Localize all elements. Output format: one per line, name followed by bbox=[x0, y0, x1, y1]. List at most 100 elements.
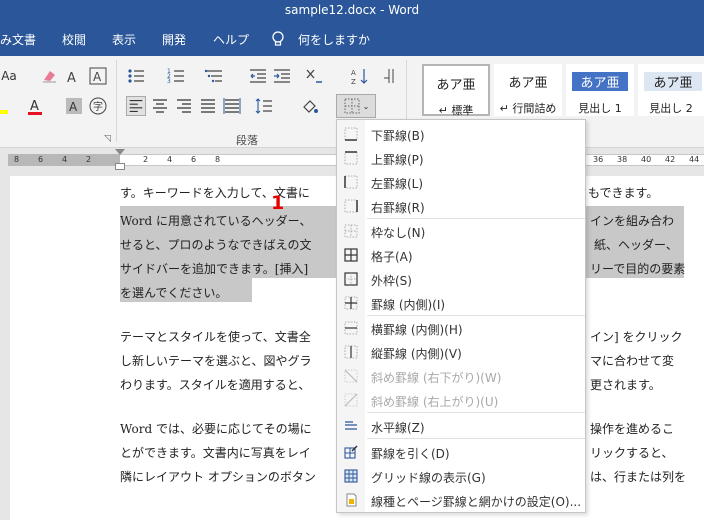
menu-item-top-border[interactable]: 上罫線(P) bbox=[337, 146, 585, 170]
ruler-number: 44 bbox=[689, 155, 700, 164]
tab-developer[interactable]: 開発 bbox=[162, 31, 186, 48]
ruler-number: 38 bbox=[617, 155, 628, 164]
highlight-color-icon[interactable] bbox=[0, 96, 10, 116]
style-sample: あア亜 bbox=[436, 78, 476, 93]
ruler-number: 8 bbox=[215, 155, 221, 164]
enclose-characters-icon[interactable]: A bbox=[88, 66, 108, 86]
menu-item-bottom-border[interactable]: 下罫線(B) bbox=[337, 122, 585, 146]
decrease-indent-icon[interactable] bbox=[248, 66, 268, 86]
change-case-button[interactable]: Aa bbox=[0, 66, 18, 86]
distributed-icon[interactable] bbox=[222, 96, 242, 116]
menu-item-inside-horizontal[interactable]: 横罫線 (内側)(H) bbox=[337, 316, 585, 340]
character-shading-icon[interactable]: A bbox=[64, 96, 84, 116]
doc-line: 隣にレイアウト オプションのボタン bbox=[120, 470, 316, 484]
menu-item-label: 上罫線(P) bbox=[371, 153, 424, 167]
menu-item-outside-borders[interactable]: 外枠(S) bbox=[337, 267, 585, 291]
svg-text:A: A bbox=[351, 69, 356, 77]
sort-icon[interactable]: AZ bbox=[350, 66, 370, 86]
style-no-spacing[interactable]: あア亜 ↵ 行間詰め bbox=[494, 64, 562, 116]
tell-me-search[interactable]: 何をしますか bbox=[298, 31, 370, 48]
menu-item-right-border[interactable]: 右罫線(R) bbox=[337, 194, 585, 218]
menu-item-diagonal-up: 斜め罫線 (右上がり)(U) bbox=[337, 388, 585, 412]
all-borders-icon bbox=[344, 248, 358, 262]
doc-line: もできます。 bbox=[588, 186, 659, 200]
ruler-number: 2 bbox=[143, 155, 149, 164]
show-hide-marks-icon[interactable] bbox=[380, 66, 400, 86]
menu-item-view-gridlines[interactable]: グリッド線の表示(G) bbox=[337, 464, 585, 488]
svg-text:Z: Z bbox=[351, 78, 356, 86]
align-center-icon[interactable] bbox=[150, 96, 170, 116]
borders-button[interactable]: ⌄ bbox=[336, 94, 376, 118]
tab-review[interactable]: 校閲 bbox=[62, 31, 86, 48]
ruler-number: 2 bbox=[86, 155, 92, 164]
style-heading-2[interactable]: あア亜 見出し 2 bbox=[638, 64, 704, 116]
doc-line: 操作を進めるこ bbox=[590, 422, 675, 436]
right-border-icon bbox=[344, 199, 358, 213]
asian-layout-icon[interactable] bbox=[304, 66, 324, 86]
first-line-indent-marker[interactable] bbox=[115, 149, 125, 155]
menu-item-horizontal-line[interactable]: 水平線(Z) bbox=[337, 414, 585, 438]
menu-separator bbox=[367, 438, 585, 439]
paragraph-group-label: 段落 bbox=[236, 134, 258, 147]
phonetic-guide-icon[interactable]: A bbox=[64, 66, 84, 86]
align-right-icon[interactable] bbox=[174, 96, 194, 116]
left-indent-marker[interactable] bbox=[115, 163, 125, 170]
menu-item-label: 斜め罫線 (右上がり)(U) bbox=[371, 395, 499, 409]
multilevel-list-icon[interactable] bbox=[204, 66, 224, 86]
tab-mailings[interactable]: み文書 bbox=[0, 31, 36, 48]
doc-line: サイドバーを追加できます。[挿入] bbox=[120, 262, 309, 276]
menu-item-borders-shading[interactable]: 線種とページ罫線と網かけの設定(O)... bbox=[337, 488, 585, 512]
menu-item-label: グリッド線の表示(G) bbox=[371, 471, 486, 485]
ribbon-tabs: み文書 校閲 表示 開発 ヘルプ 何をしますか bbox=[0, 22, 704, 56]
menu-item-draw-table[interactable]: 罫線を引く(D) bbox=[337, 440, 585, 464]
menu-item-all-borders[interactable]: 格子(A) bbox=[337, 243, 585, 267]
lightbulb-icon bbox=[272, 31, 284, 46]
ruler-number: 8 bbox=[14, 155, 20, 164]
font-dialog-launcher[interactable]: ◹ bbox=[104, 134, 111, 144]
doc-line: し新しいテーマを選ぶと、図やグラ bbox=[120, 354, 312, 368]
justify-icon[interactable] bbox=[198, 96, 218, 116]
menu-separator bbox=[367, 412, 585, 413]
menu-item-inside-vertical[interactable]: 縦罫線 (内側)(V) bbox=[337, 340, 585, 364]
bullets-icon[interactable] bbox=[126, 66, 146, 86]
outside-borders-icon bbox=[344, 272, 358, 286]
menu-item-inside-borders[interactable]: 罫線 (内側)(I) bbox=[337, 291, 585, 315]
menu-item-no-border[interactable]: 枠なし(N) bbox=[337, 219, 585, 243]
style-normal[interactable]: あア亜 ↵ 標準 bbox=[422, 64, 490, 117]
menu-item-label: 横罫線 (内側)(H) bbox=[371, 323, 463, 337]
borders-grid-icon bbox=[344, 98, 360, 114]
step-marker-1: 1 bbox=[271, 192, 285, 214]
menu-item-left-border[interactable]: 左罫線(L) bbox=[337, 170, 585, 194]
line-spacing-icon[interactable] bbox=[254, 96, 274, 116]
ruler-number: 36 bbox=[593, 155, 604, 164]
no-border-icon bbox=[344, 224, 358, 238]
style-heading-1[interactable]: あア亜 見出し 1 bbox=[566, 64, 634, 116]
increase-indent-icon[interactable] bbox=[272, 66, 292, 86]
shading-icon[interactable] bbox=[300, 96, 320, 116]
tab-view[interactable]: 表示 bbox=[112, 31, 136, 48]
borders-shading-icon bbox=[346, 493, 357, 507]
numbering-icon[interactable]: 123 bbox=[166, 66, 186, 86]
inside-borders-icon bbox=[344, 296, 358, 310]
enclosed-character-icon[interactable]: 字 bbox=[88, 96, 108, 116]
svg-text:A: A bbox=[30, 99, 39, 114]
svg-text:A: A bbox=[67, 71, 76, 86]
tab-help[interactable]: ヘルプ bbox=[213, 31, 249, 48]
menu-item-label: 罫線を引く(D) bbox=[371, 447, 450, 461]
doc-line: マに合わせて変 bbox=[590, 354, 675, 368]
title-bar: sample12.docx - Word bbox=[0, 0, 704, 22]
doc-line: イン] をクリック bbox=[590, 330, 683, 344]
left-border-icon bbox=[344, 175, 358, 189]
inside-horizontal-border-icon bbox=[344, 321, 358, 335]
style-sample: あア亜 bbox=[572, 72, 628, 91]
group-separator bbox=[116, 60, 117, 142]
style-name: 見出し 2 bbox=[649, 102, 693, 115]
menu-item-label: 水平線(Z) bbox=[371, 421, 425, 435]
align-left-icon[interactable] bbox=[126, 96, 146, 116]
clear-formatting-icon[interactable] bbox=[40, 66, 60, 86]
svg-text:字: 字 bbox=[93, 100, 103, 113]
style-name: 見出し 1 bbox=[578, 102, 622, 115]
font-color-icon[interactable]: A bbox=[26, 96, 46, 116]
svg-text:A: A bbox=[69, 100, 78, 114]
horizontal-line-icon bbox=[345, 421, 357, 430]
